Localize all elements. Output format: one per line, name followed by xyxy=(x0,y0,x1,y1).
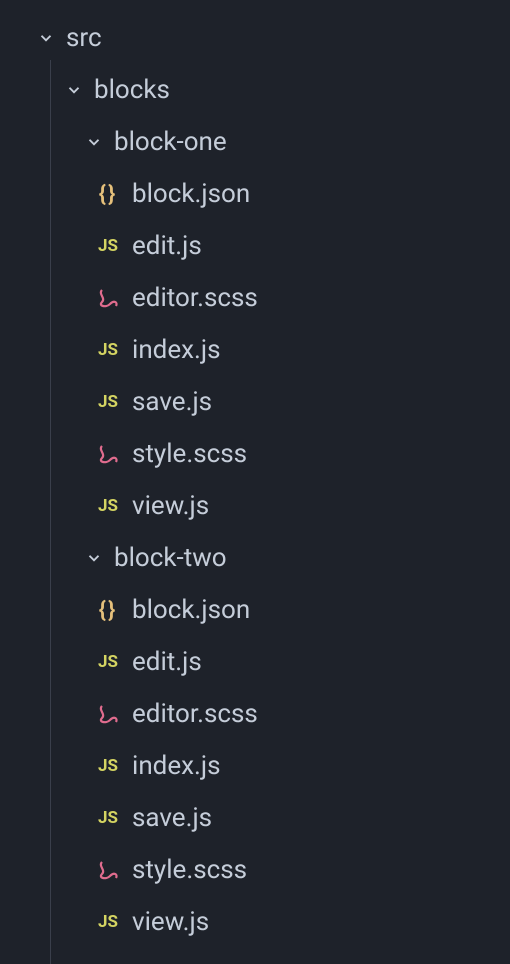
file-label: style.scss xyxy=(132,855,247,885)
file-view-js[interactable]: JS view.js xyxy=(0,480,510,532)
file-label: block.json xyxy=(132,595,250,625)
folder-blocks[interactable]: blocks xyxy=(0,64,510,116)
chevron-down-icon xyxy=(82,130,106,154)
file-block-json[interactable]: {} block.json xyxy=(0,584,510,636)
file-edit-js[interactable]: JS edit.js xyxy=(0,220,510,272)
file-label: block.json xyxy=(132,179,250,209)
scss-icon xyxy=(92,286,124,310)
json-icon: {} xyxy=(92,598,124,623)
js-icon: JS xyxy=(92,912,124,932)
file-label: index.js xyxy=(132,751,221,781)
js-icon: JS xyxy=(92,808,124,828)
file-view-js[interactable]: JS view.js xyxy=(0,896,510,948)
scss-icon xyxy=(92,858,124,882)
file-label: view.js xyxy=(132,907,209,937)
folder-block-two[interactable]: block-two xyxy=(0,532,510,584)
file-label: index.js xyxy=(132,335,221,365)
chevron-down-icon xyxy=(34,26,58,50)
folder-label: blocks xyxy=(94,75,170,105)
js-icon: JS xyxy=(92,392,124,412)
file-style-scss[interactable]: style.scss xyxy=(0,844,510,896)
file-label: edit.js xyxy=(132,647,202,677)
file-save-js[interactable]: JS save.js xyxy=(0,792,510,844)
scss-icon xyxy=(92,702,124,726)
file-editor-scss[interactable]: editor.scss xyxy=(0,688,510,740)
folder-label: block-two xyxy=(114,543,227,573)
js-icon: JS xyxy=(92,340,124,360)
file-label: editor.scss xyxy=(132,699,258,729)
chevron-down-icon xyxy=(62,78,86,102)
scss-icon xyxy=(92,442,124,466)
file-style-scss[interactable]: style.scss xyxy=(0,428,510,480)
js-icon: JS xyxy=(92,652,124,672)
folder-label: src xyxy=(66,23,102,53)
file-label: view.js xyxy=(132,491,209,521)
file-label: editor.scss xyxy=(132,283,258,313)
file-label: edit.js xyxy=(132,231,202,261)
file-label: save.js xyxy=(132,387,212,417)
file-block-json[interactable]: {} block.json xyxy=(0,168,510,220)
file-label: style.scss xyxy=(132,439,247,469)
js-icon: JS xyxy=(92,756,124,776)
chevron-down-icon xyxy=(82,546,106,570)
folder-label: block-one xyxy=(114,127,227,157)
file-index-js[interactable]: JS index.js xyxy=(0,324,510,376)
file-save-js[interactable]: JS save.js xyxy=(0,376,510,428)
folder-src[interactable]: src xyxy=(0,12,510,64)
file-label: save.js xyxy=(132,803,212,833)
js-icon: JS xyxy=(92,496,124,516)
js-icon: JS xyxy=(92,236,124,256)
folder-block-one[interactable]: block-one xyxy=(0,116,510,168)
file-index-js[interactable]: JS index.js xyxy=(0,740,510,792)
json-icon: {} xyxy=(92,182,124,207)
file-edit-js[interactable]: JS edit.js xyxy=(0,636,510,688)
file-editor-scss[interactable]: editor.scss xyxy=(0,272,510,324)
